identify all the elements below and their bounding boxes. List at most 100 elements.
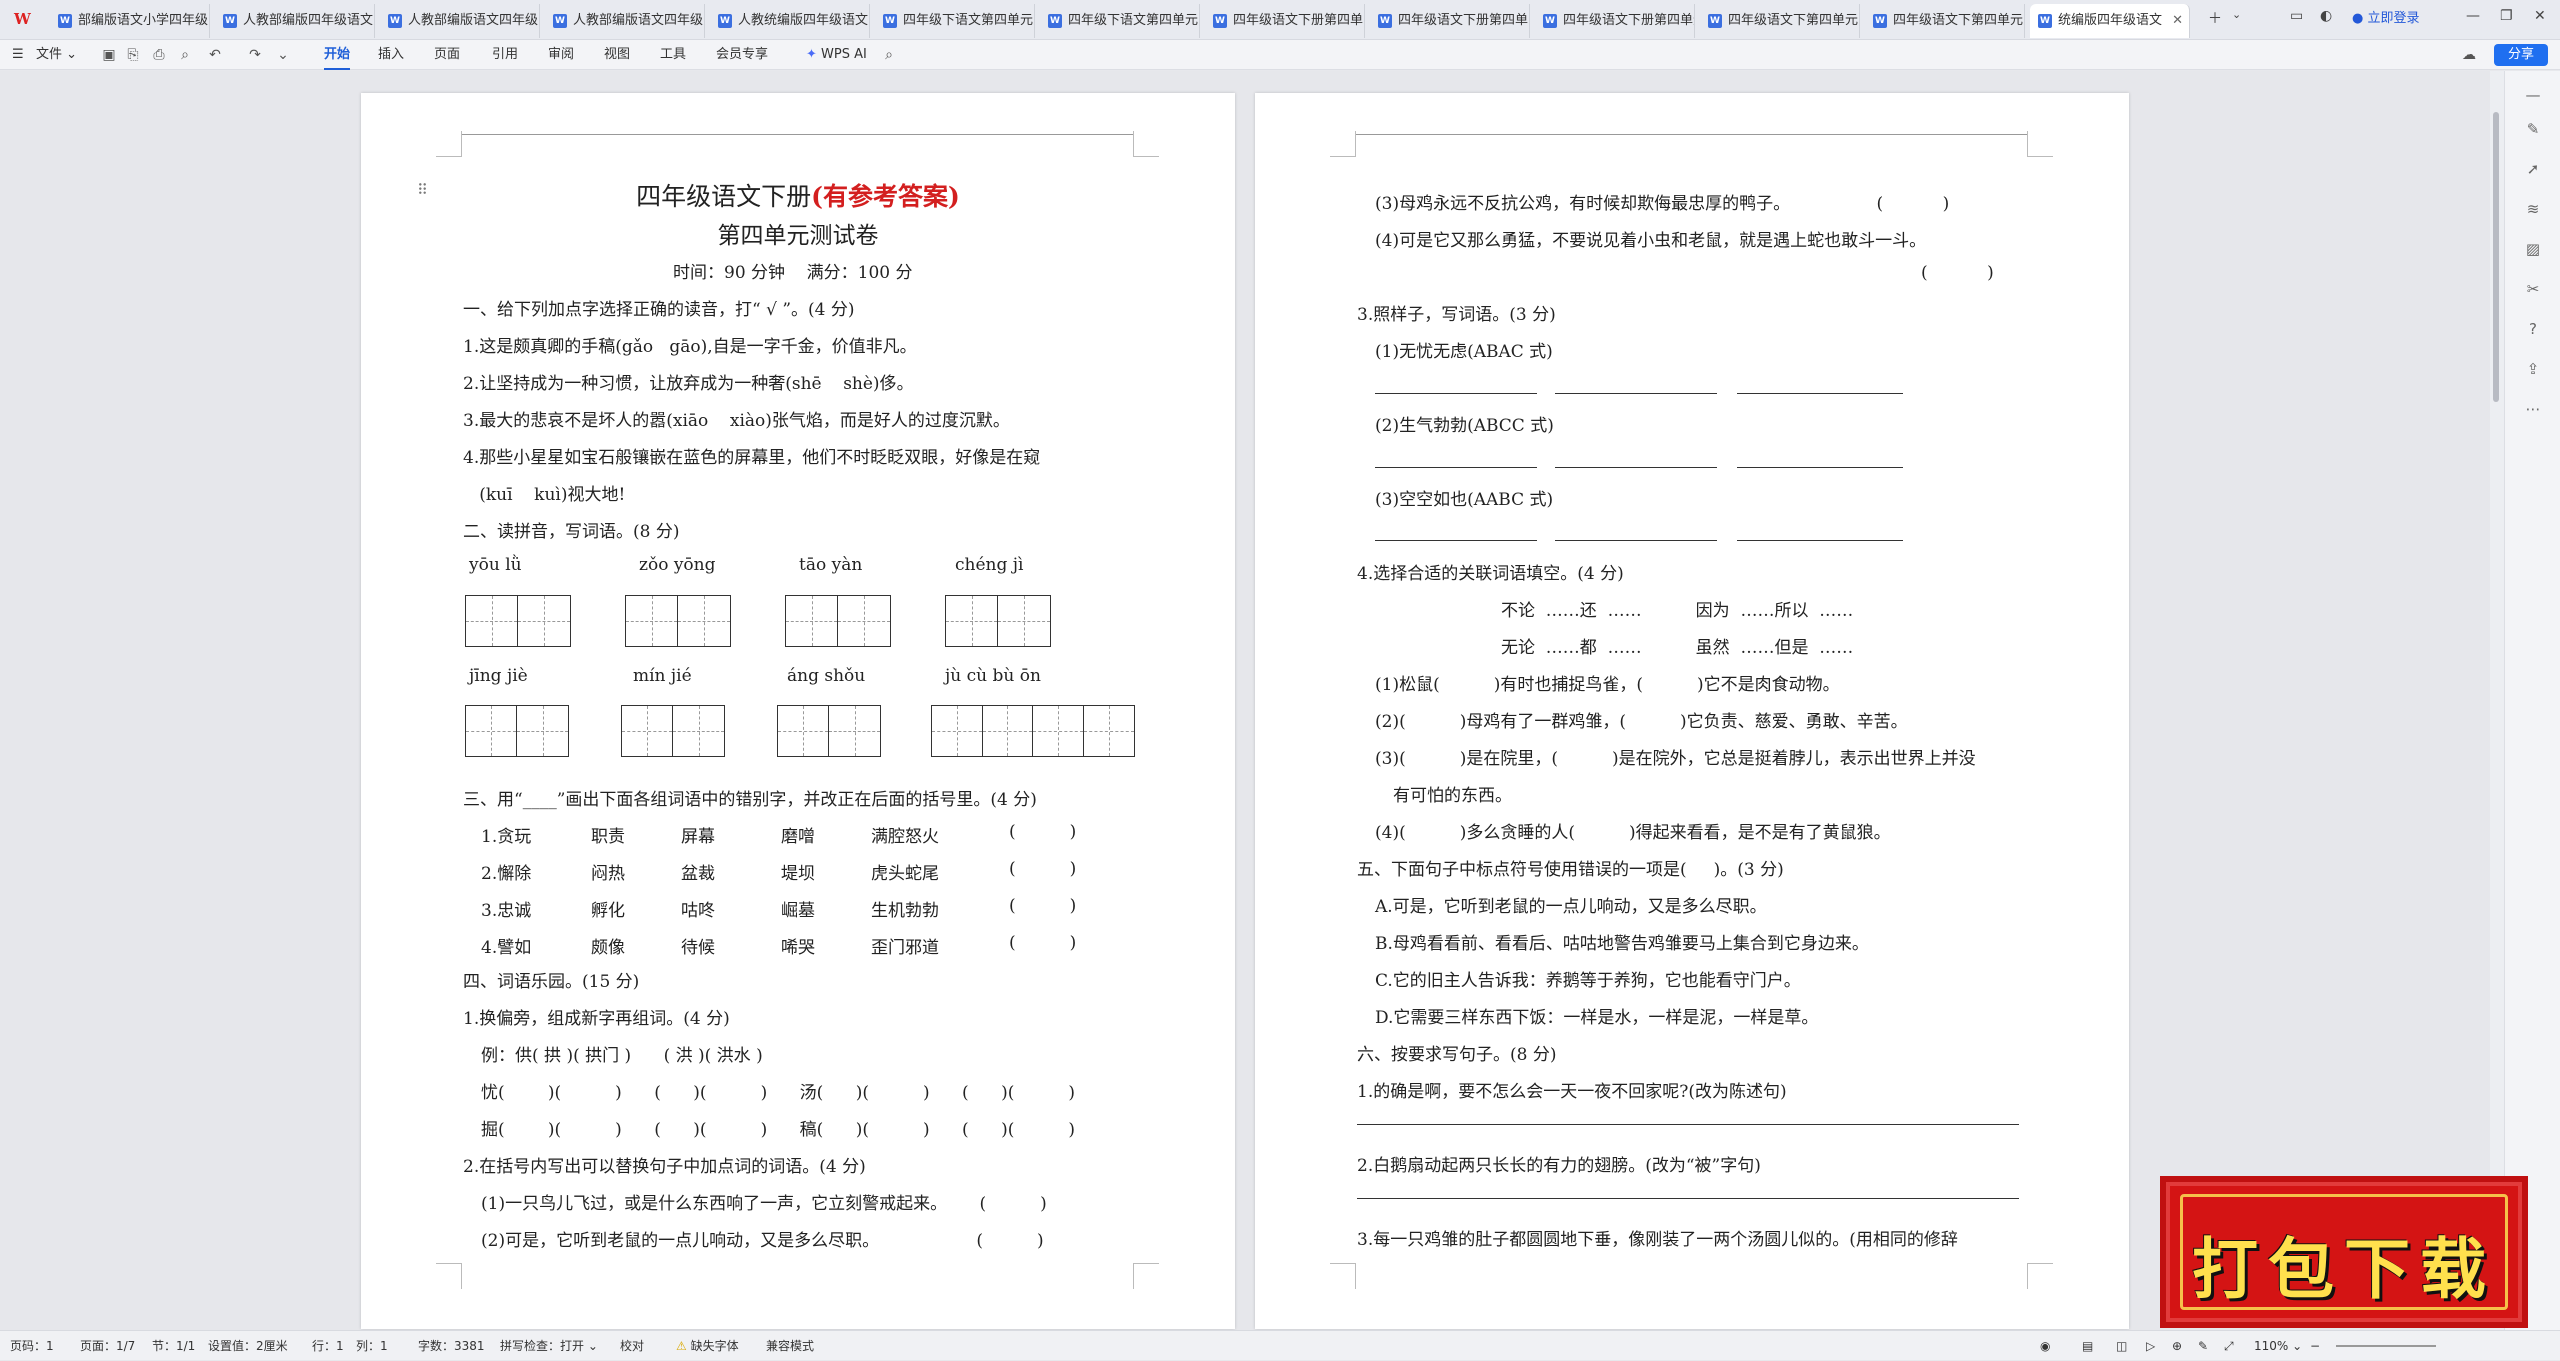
ribbon-tab[interactable]: 插入 [378, 40, 404, 70]
maximize-button[interactable]: ❐ [2500, 8, 2513, 24]
menu-icon[interactable]: ☰ [12, 40, 24, 70]
document-page-1[interactable]: ⠿ 四年级语文下册(有参考答案) 第四单元测试卷 时间：90 分钟 满分：100… [361, 93, 1235, 1329]
cloud-icon[interactable]: ☁ [2460, 46, 2478, 64]
share-panel-icon[interactable]: ⇪ [2523, 359, 2543, 379]
document-tab[interactable]: W 四年级下语文第四单元 [1040, 4, 1200, 38]
web-view-icon[interactable]: ◫ [2116, 1331, 2127, 1361]
writing-grid[interactable] [465, 595, 571, 647]
writing-grid[interactable] [785, 595, 891, 647]
missing-font-button[interactable]: ⚠ 缺失字体 [676, 1331, 739, 1361]
share-button[interactable]: 分享 [2494, 44, 2548, 66]
search-icon[interactable]: ⌕ [880, 46, 898, 64]
spell-check-toggle[interactable]: 拼写检查：打开 ⌄ [500, 1331, 598, 1361]
writing-grid[interactable] [621, 705, 725, 757]
ribbon-tab[interactable]: 视图 [604, 40, 630, 70]
skin-icon[interactable]: ◐ [2320, 8, 2332, 24]
eye-icon[interactable]: ◉ [2040, 1331, 2050, 1361]
ribbon-tab[interactable]: 审阅 [548, 40, 574, 70]
wps-logo-icon[interactable]: W [14, 10, 36, 30]
file-menu[interactable]: 文件 ⌄ [36, 40, 77, 70]
document-tab[interactable]: W 人教统编版四年级语文 [710, 4, 870, 38]
zoom-out-button[interactable]: − [2310, 1331, 2320, 1361]
ribbon-tab[interactable]: 开始 [324, 40, 351, 70]
writing-grid[interactable] [945, 595, 1051, 647]
edit-pen-icon[interactable]: ✎ [2523, 119, 2543, 139]
section-6-heading: 六、按要求写句子。(8 分) [1357, 1045, 1557, 1065]
play-icon[interactable]: ▷ [2146, 1331, 2155, 1361]
writing-grid[interactable] [931, 705, 1135, 757]
document-tab[interactable]: W 人教部编版语文四年级 [545, 4, 705, 38]
ribbon-tab[interactable]: 引用 [492, 40, 518, 70]
login-button[interactable]: ● 立即登录 [2352, 6, 2420, 32]
download-banner[interactable]: 打包下载 [2160, 1176, 2528, 1328]
close-tab-icon[interactable]: ✕ [2172, 4, 2183, 38]
question-line: (kuī kuì)视大地! [463, 485, 626, 505]
document-tab[interactable]: W 四年级语文下第四单元 [1865, 4, 2025, 38]
page-view-icon[interactable]: ▤ [2082, 1331, 2093, 1361]
answer-line[interactable] [1737, 393, 1903, 394]
ribbon-tab[interactable]: 会员专享 [716, 40, 768, 70]
answer-line[interactable] [1375, 393, 1537, 394]
scrollbar-thumb[interactable] [2493, 112, 2499, 402]
pinyin-label: jīng jiè [469, 666, 528, 686]
document-tab[interactable]: W 四年级语文下册第四单元 [1535, 4, 1695, 38]
zoom-select[interactable]: 110% ⌄ [2254, 1331, 2302, 1361]
image-icon[interactable]: ▨ [2523, 239, 2543, 259]
answer-line[interactable] [1555, 467, 1717, 468]
pinyin-label: áng shǒu [787, 666, 866, 686]
document-tab[interactable]: W 部编版语文小学四年级 [50, 4, 210, 38]
more-quick-chevron-icon[interactable]: ⌄ [274, 46, 292, 64]
writing-grid[interactable] [465, 705, 569, 757]
answer-line[interactable] [1357, 1198, 2019, 1199]
undo-icon[interactable]: ↶ [206, 46, 224, 64]
word-count[interactable]: 字数：3381 [418, 1331, 485, 1361]
answer-line[interactable] [1357, 1124, 2019, 1125]
close-window-button[interactable]: ✕ [2534, 8, 2546, 24]
writing-grid[interactable] [777, 705, 881, 757]
question-line: 4.那些小星星如宝石般镶嵌在蓝色的屏幕里，他们不时眨眨双眼，好像是在窥 [463, 448, 1041, 468]
answer-line[interactable] [1375, 540, 1537, 541]
print-preview-icon[interactable]: ⌕ [176, 46, 194, 64]
fit-page-icon[interactable]: ⤢ [2224, 1331, 2234, 1361]
globe-icon[interactable]: ⊕ [2172, 1331, 2182, 1361]
tab-list-chevron-icon[interactable]: ⌄ [2232, 8, 2241, 21]
status-pages[interactable]: 页面：1/7 [80, 1331, 135, 1361]
right-toolbar: — ✎ ➚ ≋ ▨ ✂ ? ⇪ ⋯ [2504, 71, 2560, 1330]
tab-label: 四年级语文下册第四单 [1233, 13, 1364, 28]
save-icon[interactable]: ▣ [100, 46, 118, 64]
document-tab[interactable]: W 人教部编版四年级语文 [215, 4, 375, 38]
redo-icon[interactable]: ↷ [246, 46, 264, 64]
ribbon-tab[interactable]: 页面 [434, 40, 460, 70]
pen-mode-icon[interactable]: ✎ [2198, 1331, 2208, 1361]
collapse-icon[interactable]: — [2523, 85, 2543, 105]
tools-icon[interactable]: ✂ [2523, 279, 2543, 299]
zoom-slider[interactable] [2336, 1345, 2436, 1347]
answer-line[interactable] [1737, 540, 1903, 541]
document-tab[interactable]: W 四年级语文下册第四单 [1205, 4, 1365, 38]
wps-ai-button[interactable]: ✦ WPS AI [806, 40, 867, 70]
answer-line[interactable] [1737, 467, 1903, 468]
document-tab[interactable]: W 四年级下语文第四单元 [875, 4, 1035, 38]
status-setting: 设置值：2厘米 [208, 1339, 288, 1353]
document-tab[interactable]: W 统编版四年级语文 ✕ [2030, 4, 2190, 38]
more-icon[interactable]: ⋯ [2523, 399, 2543, 419]
proofread-button[interactable]: 校对 [620, 1331, 644, 1361]
ribbon-tab[interactable]: 工具 [660, 40, 686, 70]
writing-grid[interactable] [625, 595, 731, 647]
export-pdf-icon[interactable]: ⎘ [124, 46, 142, 64]
answer-line[interactable] [1555, 393, 1717, 394]
settings-sliders-icon[interactable]: ≋ [2523, 199, 2543, 219]
document-tab[interactable]: W 四年级语文下第四单元 [1700, 4, 1860, 38]
document-tab[interactable]: W 人教部编版语文四年级 [380, 4, 540, 38]
window-mode-icon[interactable]: ▭ [2290, 8, 2303, 24]
print-icon[interactable]: ⎙ [150, 46, 168, 64]
document-tab[interactable]: W 四年级语文下册第四单 [1370, 4, 1530, 38]
answer-line[interactable] [1375, 467, 1537, 468]
help-icon[interactable]: ? [2523, 319, 2543, 339]
minimize-button[interactable]: — [2466, 8, 2480, 24]
document-page-2[interactable]: (3)母鸡永远不反抗公鸡，有时候却欺侮最忠厚的鸭子。 ( ) (4)可是它又那么… [1255, 93, 2129, 1329]
new-tab-button[interactable]: ＋ [2208, 8, 2222, 28]
select-cursor-icon[interactable]: ➚ [2523, 159, 2543, 179]
document-workspace[interactable]: ⠿ 四年级语文下册(有参考答案) 第四单元测试卷 时间：90 分钟 满分：100… [0, 71, 2490, 1330]
answer-line[interactable] [1555, 540, 1717, 541]
